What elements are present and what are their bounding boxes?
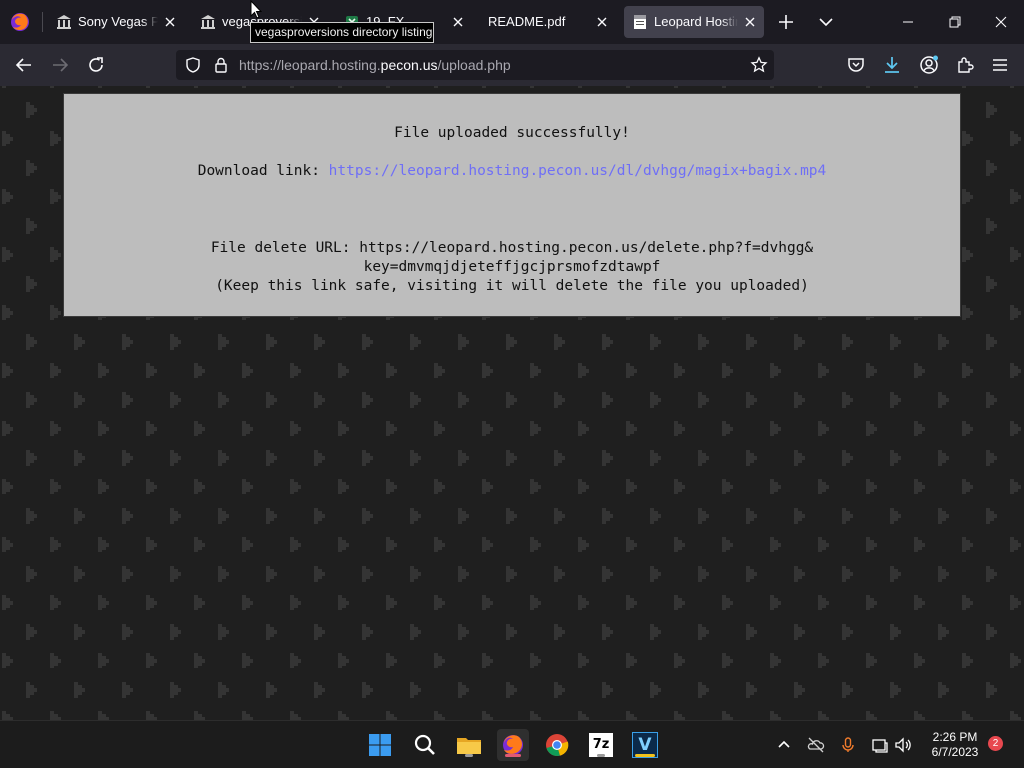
download-label: Download link: [197, 163, 329, 179]
taskbar: 7z V 2:26 PM 6/7/2023 [0, 720, 1024, 768]
extensions-icon[interactable] [953, 53, 977, 77]
volume-icon[interactable] [893, 735, 913, 755]
tab-strip: Sony Vegas Pro 1 vegasproversions 19_FX … [0, 0, 1024, 44]
close-icon[interactable] [742, 14, 758, 30]
close-icon[interactable] [594, 14, 610, 30]
tab-label: README.pdf [488, 14, 566, 29]
tab-label: Leopard Hosting [654, 14, 738, 29]
delete-url-note: (Keep this link safe, visiting it will d… [215, 278, 809, 294]
running-indicator [635, 754, 655, 757]
start-icon[interactable] [364, 729, 396, 761]
forward-arrow-icon[interactable] [48, 53, 72, 77]
minimize-icon[interactable] [894, 8, 922, 36]
tab-separator [42, 12, 43, 32]
tab-sony-vegas[interactable]: Sony Vegas Pro 1 [48, 6, 184, 38]
running-indicator [465, 754, 473, 757]
active-indicator [505, 754, 521, 757]
delete-url-line-2: key=dmvmqjdjeteffjgcjprsmofzdtawpf [363, 259, 661, 275]
url-domain: pecon.us [380, 57, 438, 73]
bookmark-star-icon[interactable] [750, 56, 768, 74]
notification-badge[interactable]: 2 [988, 736, 1003, 751]
network-icon[interactable] [870, 735, 890, 755]
reload-icon[interactable] [84, 53, 108, 77]
back-arrow-icon[interactable] [12, 53, 36, 77]
document-icon [634, 15, 646, 29]
firefox-taskbar-button[interactable] [497, 729, 529, 761]
url-path: /upload.php [437, 57, 511, 73]
chevron-up-icon[interactable] [774, 735, 794, 755]
hamburger-menu-icon[interactable] [988, 53, 1012, 77]
lock-icon[interactable] [212, 56, 230, 74]
pocket-icon[interactable] [844, 53, 868, 77]
onedrive-off-icon[interactable] [806, 735, 826, 755]
close-window-icon[interactable] [987, 8, 1015, 36]
chrome-icon[interactable] [541, 729, 573, 761]
running-indicator [597, 754, 605, 757]
delete-url-line-1: File delete URL: https://leopard.hosting… [210, 240, 814, 256]
clock-time: 2:26 PM [932, 730, 978, 744]
close-icon[interactable] [450, 14, 466, 30]
firefox-menu-icon[interactable] [9, 11, 31, 33]
downloads-icon[interactable] [880, 53, 904, 77]
mouse-cursor-icon [250, 0, 262, 19]
file-explorer-button[interactable] [453, 729, 485, 761]
url-prefix: https://leopard.hosting. [239, 57, 381, 73]
navigation-bar: https://leopard.hosting.pecon.us/upload.… [0, 44, 1024, 86]
chevron-down-icon[interactable] [814, 10, 838, 34]
restore-icon[interactable] [941, 8, 969, 36]
bank-icon [201, 15, 215, 29]
download-link[interactable]: https://leopard.hosting.pecon.us/dl/dvhg… [329, 163, 827, 179]
download-link-line: Download link: https://leopard.hosting.p… [64, 162, 960, 180]
clock-date: 6/7/2023 [931, 745, 979, 759]
microphone-icon[interactable] [838, 735, 858, 755]
search-icon[interactable] [409, 729, 441, 761]
account-icon[interactable] [917, 53, 941, 77]
bank-icon [57, 15, 71, 29]
shield-icon[interactable] [184, 56, 202, 74]
system-clock[interactable]: 2:26 PM 6/7/2023 [924, 730, 986, 760]
address-bar[interactable]: https://leopard.hosting.pecon.us/upload.… [176, 50, 774, 80]
upload-result-panel: File uploaded successfully! Download lin… [63, 93, 961, 317]
tab-tooltip: vegasproversions directory listing [250, 22, 434, 43]
new-tab-icon[interactable] [774, 10, 798, 34]
upload-status: File uploaded successfully! [394, 125, 630, 141]
url-text[interactable]: https://leopard.hosting.pecon.us/upload.… [239, 57, 511, 73]
page-content: File uploaded successfully! Download lin… [0, 86, 1024, 720]
tab-leopard-hosting[interactable]: Leopard Hosting [624, 6, 764, 38]
tab-readme-pdf[interactable]: README.pdf [480, 6, 616, 38]
close-icon[interactable] [162, 14, 178, 30]
7zip-button[interactable]: 7z [585, 729, 617, 761]
vegas-button[interactable]: V [629, 729, 661, 761]
tab-label: Sony Vegas Pro 1 [78, 14, 158, 29]
